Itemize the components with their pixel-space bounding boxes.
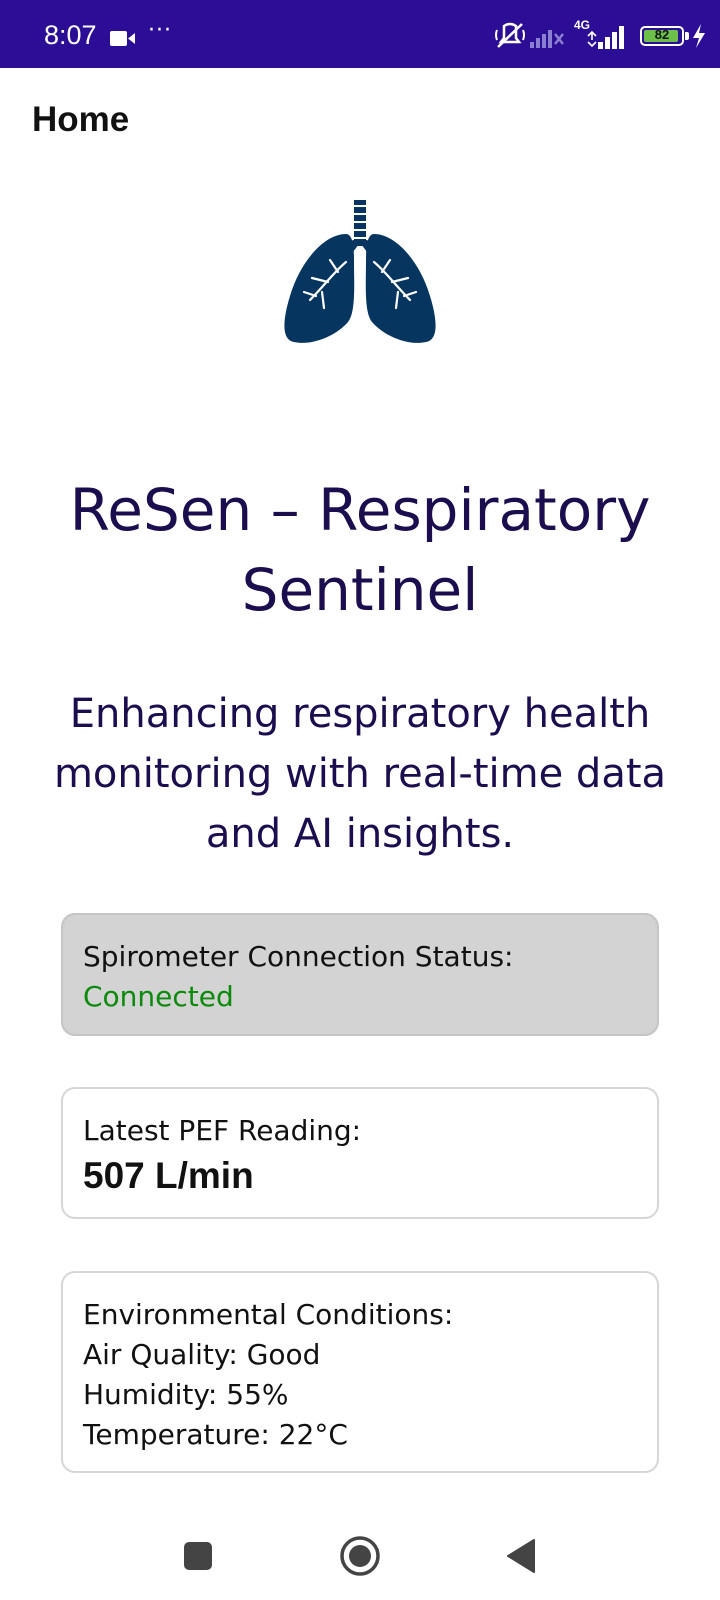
back-triangle-icon[interactable] <box>500 1534 544 1578</box>
recents-square-icon[interactable] <box>176 1534 220 1578</box>
air-quality-value: Air Quality: Good <box>83 1338 321 1371</box>
charging-icon <box>693 24 705 48</box>
temperature-value: Temperature: 22°C <box>83 1418 348 1451</box>
environment-label: Environmental Conditions: <box>83 1298 454 1331</box>
more-notifications-indicator: ··· <box>148 18 172 43</box>
mute-icon <box>495 22 525 48</box>
signal-icon <box>530 30 564 48</box>
connection-status-label: Spirometer Connection Status: <box>83 940 514 973</box>
connection-status-card: Spirometer Connection Status: Connected <box>61 913 659 1036</box>
battery-icon: 82 <box>640 26 689 46</box>
page-title: Home <box>32 100 130 139</box>
lungs-icon <box>282 200 438 346</box>
system-nav-bar <box>0 1510 720 1600</box>
home-circle-icon[interactable] <box>338 1534 382 1578</box>
video-camera-icon <box>110 30 136 51</box>
signal-icon <box>587 26 624 49</box>
connection-status-value: Connected <box>83 980 234 1013</box>
app-tagline: Enhancing respiratory health monitoring … <box>53 691 667 857</box>
app-title: ReSen – Respiratory Sentinel <box>69 476 651 624</box>
status-time: 8:07 <box>44 20 97 50</box>
pef-reading-card: Latest PEF Reading: 507 L/min <box>61 1087 659 1219</box>
humidity-value: Humidity: 55% <box>83 1378 289 1411</box>
battery-level: 82 <box>654 27 670 42</box>
status-bar: 8:07 ··· 4G 82 <box>0 0 720 68</box>
pef-reading-label: Latest PEF Reading: <box>83 1114 362 1147</box>
environment-card: Environmental Conditions: Air Quality: G… <box>61 1271 659 1473</box>
pef-reading-value: 507 L/min <box>83 1155 254 1196</box>
